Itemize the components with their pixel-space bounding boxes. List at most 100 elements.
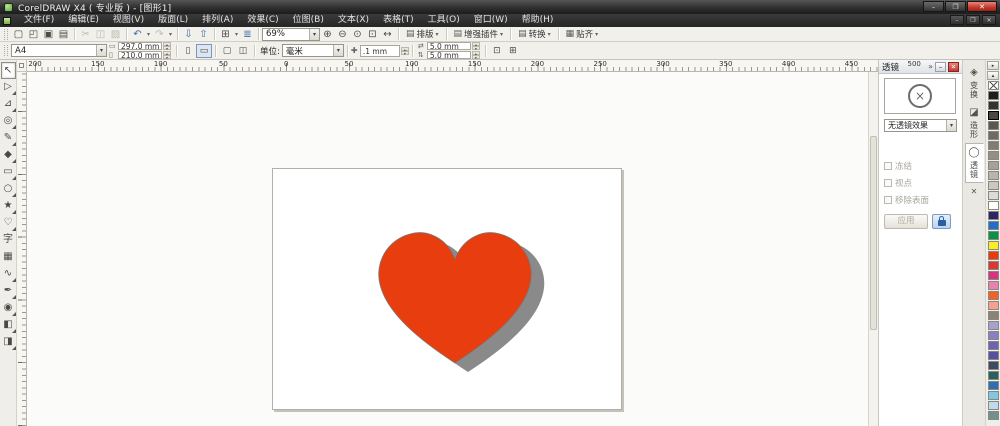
- drawing-canvas[interactable]: [27, 72, 868, 426]
- color-swatch[interactable]: [987, 401, 999, 410]
- flyout-indicator[interactable]: [11, 227, 16, 231]
- flyout-indicator[interactable]: [11, 210, 16, 214]
- open-button[interactable]: ◰: [26, 28, 41, 41]
- flyout-indicator[interactable]: [11, 125, 16, 129]
- text-tool[interactable]: 字: [1, 232, 16, 249]
- color-swatch[interactable]: [987, 341, 999, 350]
- menu-item-位图[interactable]: 位图(B): [286, 14, 331, 27]
- doc-close-button[interactable]: ✕: [982, 15, 996, 25]
- ruler-origin-button[interactable]: [17, 60, 27, 72]
- duplicate-x-stepper[interactable]: ▴ ▾: [471, 42, 480, 51]
- palette-scroll-up-button[interactable]: ▴: [987, 71, 999, 80]
- menu-item-版面[interactable]: 版面(L): [151, 14, 195, 27]
- rectangle-tool[interactable]: ▭: [1, 164, 16, 181]
- flyout-indicator[interactable]: [11, 142, 16, 146]
- color-swatch[interactable]: [987, 371, 999, 380]
- checkbox-icon[interactable]: [884, 162, 892, 170]
- color-swatch[interactable]: [986, 110, 1000, 121]
- color-swatch[interactable]: [987, 211, 999, 220]
- redo-dropdown-caret[interactable]: ▾: [167, 31, 174, 38]
- toolbar-grip[interactable]: [4, 45, 8, 56]
- color-swatch[interactable]: [987, 281, 999, 290]
- docker-tabs-close-button[interactable]: ✕: [971, 187, 978, 196]
- flyout-indicator[interactable]: [11, 193, 16, 197]
- checkbox-视点[interactable]: 视点: [884, 177, 957, 189]
- lock-button[interactable]: [932, 214, 951, 229]
- paper-size-combo[interactable]: A4 ▾: [11, 44, 107, 57]
- checkbox-移除表面[interactable]: 移除表面: [884, 194, 957, 206]
- treat-as-filled-button[interactable]: ⊡: [489, 44, 505, 58]
- current-page-button[interactable]: ◫: [235, 44, 251, 58]
- scrollbar-thumb[interactable]: [870, 135, 877, 331]
- undo-button[interactable]: ↶: [130, 28, 145, 41]
- portrait-button[interactable]: ▯: [180, 44, 196, 58]
- color-swatch[interactable]: [987, 331, 999, 340]
- tab-transformations[interactable]: ◈ 变换: [965, 63, 984, 103]
- nudge-stepper[interactable]: ▴ ▾: [400, 46, 409, 55]
- convert-button[interactable]: ▤ 转换 ▾: [516, 28, 555, 41]
- no-fill-swatch[interactable]: [987, 81, 999, 90]
- chevron-down-icon[interactable]: ▾: [309, 28, 319, 40]
- doc-minimize-button[interactable]: –: [950, 15, 964, 25]
- color-swatch[interactable]: [987, 171, 999, 180]
- heart-shape[interactable]: [368, 227, 558, 377]
- interactive-blend-tool[interactable]: ∿: [1, 266, 16, 283]
- chevron-down-icon[interactable]: ▾: [434, 31, 441, 38]
- color-swatch[interactable]: [987, 91, 999, 100]
- palette-flyout-button[interactable]: ▸: [987, 61, 999, 70]
- color-swatch[interactable]: [987, 231, 999, 240]
- tab-lens[interactable]: ◯ 透镜: [964, 143, 984, 183]
- page-height-stepper[interactable]: ▴ ▾: [163, 51, 171, 60]
- launcher-dropdown-caret[interactable]: ▾: [233, 31, 240, 38]
- page-width-stepper[interactable]: ▴ ▾: [163, 42, 171, 51]
- menu-item-工具[interactable]: 工具(O): [421, 14, 467, 27]
- color-swatch[interactable]: [987, 181, 999, 190]
- snap-button[interactable]: ▦ 贴齐 ▾: [564, 28, 603, 41]
- menu-item-帮助[interactable]: 帮助(H): [515, 14, 561, 27]
- color-swatch[interactable]: [987, 141, 999, 150]
- color-swatch[interactable]: [987, 191, 999, 200]
- color-swatch[interactable]: [987, 121, 999, 130]
- zoom-tool[interactable]: ◎: [1, 113, 16, 130]
- color-swatch[interactable]: [987, 291, 999, 300]
- color-swatch[interactable]: [987, 391, 999, 400]
- units-combo[interactable]: 毫米 ▾: [281, 44, 344, 57]
- color-swatch[interactable]: [987, 321, 999, 330]
- tab-shaping[interactable]: ◪ 造形: [965, 103, 984, 143]
- color-swatch[interactable]: [987, 381, 999, 390]
- eyedropper-tool[interactable]: ✒: [1, 283, 16, 300]
- duplicate-x-field[interactable]: 5.0 mm: [426, 42, 471, 50]
- application-launcher-button[interactable]: ⊞: [218, 28, 233, 41]
- chevron-down-icon[interactable]: ▾: [96, 45, 106, 56]
- smart-fill-tool[interactable]: ◆: [1, 147, 16, 164]
- chevron-down-icon[interactable]: ▾: [946, 120, 956, 131]
- polygon-tool[interactable]: ★: [1, 198, 16, 215]
- undo-dropdown-caret[interactable]: ▾: [145, 31, 152, 38]
- menu-item-编辑[interactable]: 编辑(E): [61, 14, 106, 27]
- lens-effect-combo[interactable]: 无透镜效果 ▾: [884, 119, 957, 132]
- color-swatch[interactable]: [987, 201, 999, 210]
- close-button[interactable]: ✕: [967, 1, 997, 12]
- checkbox-冻结[interactable]: 冻结: [884, 160, 957, 172]
- toolbar-grip[interactable]: [4, 28, 8, 40]
- properties-button[interactable]: ⊞: [505, 44, 521, 58]
- color-swatch[interactable]: [987, 131, 999, 140]
- flyout-indicator[interactable]: [11, 278, 16, 282]
- color-swatch[interactable]: [987, 251, 999, 260]
- zoom-out-button[interactable]: ⊖: [335, 28, 350, 41]
- menu-item-文本[interactable]: 文本(X): [331, 14, 376, 27]
- nudge-field[interactable]: .1 mm: [359, 44, 400, 57]
- color-swatch[interactable]: [987, 351, 999, 360]
- page-width-field[interactable]: 297.0 mm: [118, 42, 162, 50]
- color-swatch[interactable]: [987, 301, 999, 310]
- chevron-down-icon[interactable]: ▾: [593, 31, 600, 38]
- flyout-indicator[interactable]: [11, 176, 16, 180]
- layout-button[interactable]: ▤ 排版 ▾: [404, 28, 443, 41]
- plugins-button[interactable]: ▤ 增强插件 ▾: [452, 28, 508, 41]
- chevron-down-icon[interactable]: ▾: [498, 31, 505, 38]
- chevron-down-icon[interactable]: ▾: [546, 31, 553, 38]
- menu-item-窗口[interactable]: 窗口(W): [467, 14, 515, 27]
- zoom-in-button[interactable]: ⊕: [320, 28, 335, 41]
- color-swatch[interactable]: [987, 311, 999, 320]
- flyout-indicator[interactable]: [11, 295, 16, 299]
